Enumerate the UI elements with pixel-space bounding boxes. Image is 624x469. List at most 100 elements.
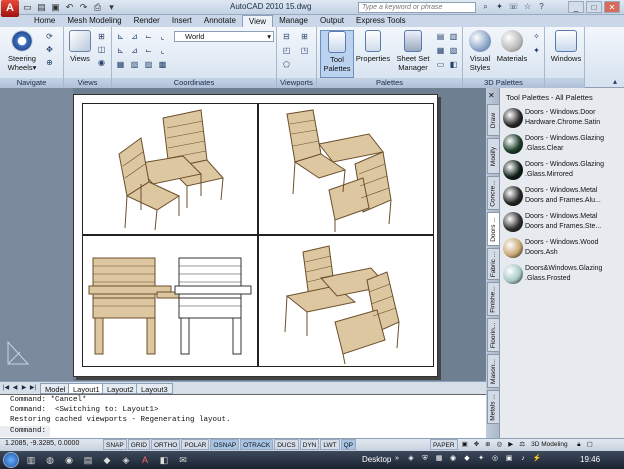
tab-insert[interactable]: Insert: [166, 15, 198, 27]
minimize-button[interactable]: _: [568, 1, 584, 13]
quick-view-icon[interactable]: ▣: [460, 439, 470, 450]
palette-item[interactable]: Doors - Windows.Door Hardware.Chrome.Sati…: [501, 106, 624, 130]
dyn-toggle[interactable]: DYN: [299, 439, 320, 450]
views-button[interactable]: Views: [66, 30, 94, 63]
sheet-set-manager-button[interactable]: Sheet Set Manager: [393, 30, 433, 72]
app-tray-icon[interactable]: ◆: [462, 454, 472, 464]
layer-icon[interactable]: ◧: [448, 59, 459, 70]
close-button[interactable]: ✕: [604, 1, 620, 13]
tab-layout1[interactable]: Layout1: [68, 383, 105, 394]
palette-item[interactable]: Doors - Windows.Wood Doors.Ash: [501, 236, 624, 260]
tab-home[interactable]: Home: [28, 15, 61, 27]
advanced-render-icon[interactable]: ✦: [531, 45, 542, 56]
autocad-taskbar-icon[interactable]: A: [138, 453, 152, 467]
workspace-switcher[interactable]: 3D Modeling ▾: [529, 439, 573, 459]
palette-item[interactable]: Doors - Windows.Glazing .Glass.Clear: [501, 132, 624, 156]
tab-express-tools[interactable]: Express Tools: [350, 15, 412, 27]
otrack-toggle[interactable]: OTRACK: [240, 439, 274, 450]
network-icon[interactable]: ▦: [434, 454, 444, 464]
palette-tab-fabric[interactable]: Fabric ...: [487, 248, 500, 280]
coordinate-readout[interactable]: 1.2085, -9.3285, 0.0000: [5, 440, 79, 447]
taskbar-clock[interactable]: 19:46: [580, 455, 600, 464]
snap-toggle[interactable]: SNAP: [103, 439, 127, 450]
clean-screen-icon[interactable]: ▢: [585, 439, 595, 450]
ucs-3point-icon[interactable]: ⌞: [157, 45, 168, 56]
grid-toggle[interactable]: GRID: [127, 439, 150, 450]
app-icon[interactable]: ◈: [119, 453, 133, 467]
pan-icon[interactable]: ✥: [472, 439, 481, 450]
app-icon[interactable]: ◧: [157, 453, 171, 467]
design-center-icon[interactable]: ▤: [435, 31, 446, 42]
palette-tab-masonry[interactable]: Mason...: [487, 354, 500, 388]
subscription-icon[interactable]: ✦: [494, 1, 505, 13]
pan-icon[interactable]: ✥: [44, 44, 55, 55]
undo-icon[interactable]: ↶: [64, 2, 75, 13]
tool-palettes-button[interactable]: Tool Palettes: [320, 30, 354, 78]
zoom-icon[interactable]: ⊕: [44, 57, 55, 68]
chevron-down-icon[interactable]: ▾: [106, 2, 117, 13]
app-icon[interactable]: ◆: [100, 453, 114, 467]
app-icon[interactable]: ✉: [176, 453, 190, 467]
paper-space-toggle[interactable]: PAPER: [430, 439, 458, 450]
start-button[interactable]: [3, 452, 19, 468]
browser-icon[interactable]: ◍: [43, 453, 57, 467]
palette-tab-concrete[interactable]: Concre...: [487, 176, 500, 210]
polar-toggle[interactable]: POLAR: [181, 439, 210, 450]
dbconnect-icon[interactable]: ▧: [448, 45, 459, 56]
app-tray-icon[interactable]: ✦: [476, 454, 486, 464]
save-icon[interactable]: ▣: [50, 2, 61, 13]
desktop-toolbar-label[interactable]: Desktop: [362, 455, 391, 464]
app-tray-icon[interactable]: ◉: [448, 454, 458, 464]
app-tray-icon[interactable]: ▣: [504, 454, 514, 464]
qp-toggle[interactable]: QP: [340, 439, 357, 450]
binoculars-icon[interactable]: ⌕: [480, 1, 491, 13]
viewport-top-right[interactable]: [258, 103, 434, 235]
app-tray-icon[interactable]: ◎: [490, 454, 500, 464]
ucs-zaxis-icon[interactable]: ▩: [157, 59, 168, 70]
visual-styles-button[interactable]: Visual Styles: [465, 30, 495, 72]
palette-item[interactable]: Doors - Windows.Metal Doors and Frames.Al…: [501, 184, 624, 208]
ortho-toggle[interactable]: ORTHO: [150, 439, 181, 450]
open-icon[interactable]: ▤: [36, 2, 47, 13]
viewport-top-left[interactable]: [82, 103, 258, 235]
next-tab-icon[interactable]: ▶: [20, 384, 28, 393]
named-views-icon[interactable]: ◫: [96, 44, 107, 55]
antivirus-icon[interactable]: ◈: [406, 454, 416, 464]
folder-icon[interactable]: ▤: [81, 453, 95, 467]
palette-item[interactable]: Doors&Windows.Glazing .Glass.Frosted: [501, 262, 624, 286]
tab-view[interactable]: View: [241, 15, 274, 27]
ucs-y-icon[interactable]: ⊿: [129, 45, 140, 56]
power-icon[interactable]: ⚡: [532, 454, 542, 464]
palette-tab-doors[interactable]: Doors ...: [487, 212, 500, 246]
palette-tab-finishes[interactable]: Finishe...: [487, 282, 500, 316]
tab-annotate[interactable]: Annotate: [198, 15, 242, 27]
ucs-face-icon[interactable]: ▦: [115, 59, 126, 70]
lock-icon[interactable]: 🔒︎: [575, 439, 582, 450]
maximize-button[interactable]: □: [586, 1, 602, 13]
viewport-named-icon[interactable]: ⊞: [299, 31, 310, 42]
tray-arrow-icon[interactable]: »: [392, 454, 402, 464]
zoom-icon[interactable]: ⊕: [483, 439, 492, 450]
palette-tab-flooring[interactable]: Floorin...: [487, 318, 500, 352]
star-icon[interactable]: ☆: [522, 1, 533, 13]
tab-layout3[interactable]: Layout3: [136, 383, 173, 394]
zoom-window-icon[interactable]: ⊞: [96, 31, 107, 42]
showmotion-icon[interactable]: ▶: [506, 439, 515, 450]
new-icon[interactable]: ▭: [22, 2, 33, 13]
last-tab-icon[interactable]: ▶|: [29, 384, 37, 393]
search-input[interactable]: Type a keyword or phrase: [358, 2, 476, 13]
tab-layout2[interactable]: Layout2: [102, 383, 139, 394]
ucs-dropdown[interactable]: World ▾: [174, 31, 274, 42]
plot-icon[interactable]: ⎙: [92, 2, 103, 13]
ucs-previous-icon[interactable]: ⌙: [143, 31, 154, 42]
palette-item[interactable]: Doors - Windows.Metal Doors and Frames.St…: [501, 210, 624, 234]
ducs-toggle[interactable]: DUCS: [274, 439, 299, 450]
volume-icon[interactable]: ♪: [518, 454, 528, 464]
first-tab-icon[interactable]: |◀: [2, 384, 10, 393]
viewport-config-icon[interactable]: ⊟: [281, 31, 292, 42]
ucs-object-icon[interactable]: ▧: [129, 59, 140, 70]
tab-render[interactable]: Render: [128, 15, 166, 27]
media-icon[interactable]: ◉: [62, 453, 76, 467]
palette-item[interactable]: Doors - Windows.Glazing .Glass.Mirrored: [501, 158, 624, 182]
viewport-polygon-icon[interactable]: ⬠: [281, 59, 292, 70]
